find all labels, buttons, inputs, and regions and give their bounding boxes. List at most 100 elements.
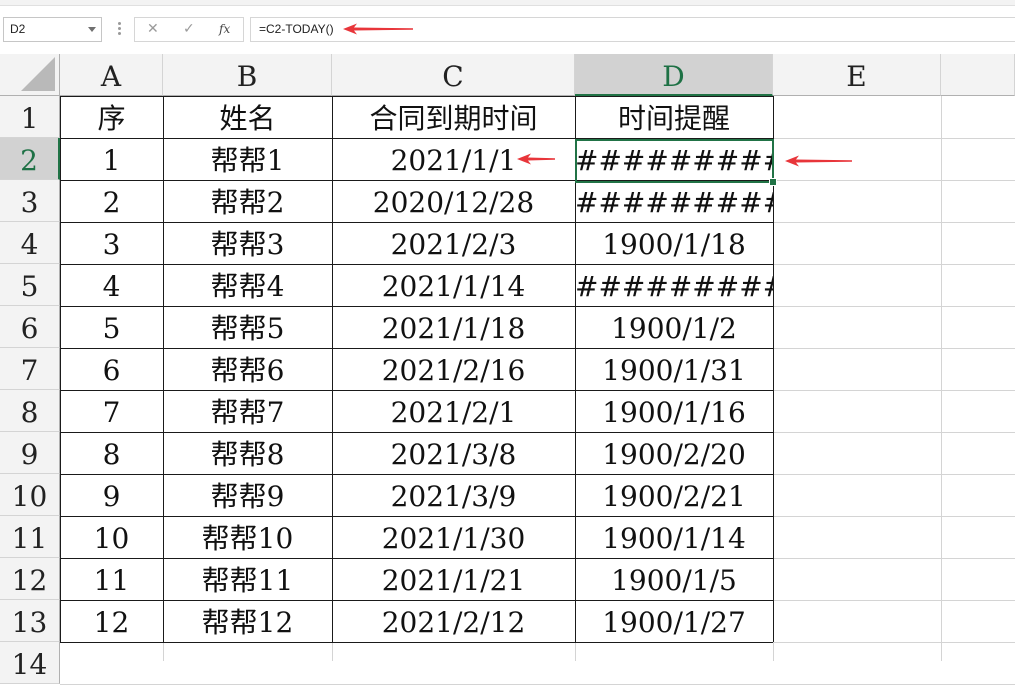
- cell-a5[interactable]: 4: [60, 264, 163, 306]
- table-border: [60, 222, 773, 223]
- active-cell-d2[interactable]: [575, 139, 777, 186]
- cell-a2[interactable]: 1: [60, 138, 163, 180]
- table-border: [60, 264, 773, 265]
- chevron-down-icon[interactable]: [88, 27, 96, 32]
- cell-a8[interactable]: 7: [60, 390, 163, 432]
- cell-b4[interactable]: 帮帮3: [163, 222, 332, 264]
- cell-a10[interactable]: 9: [60, 474, 163, 516]
- cell-c6[interactable]: 2021/1/18: [332, 306, 575, 348]
- cell-a12[interactable]: 11: [60, 558, 163, 600]
- table-border: [60, 558, 773, 559]
- table-border: [60, 390, 773, 391]
- cell-b3[interactable]: 帮帮2: [163, 180, 332, 222]
- cell-b13[interactable]: 帮帮12: [163, 600, 332, 642]
- cell-c4[interactable]: 2021/2/3: [332, 222, 575, 264]
- select-all-corner[interactable]: [0, 54, 60, 96]
- cell-d9[interactable]: 1900/2/20: [575, 432, 773, 474]
- cell-c13[interactable]: 2021/2/12: [332, 600, 575, 642]
- table-border: [60, 96, 61, 642]
- row-header-8[interactable]: 8: [0, 390, 60, 432]
- cell-d13[interactable]: 1900/1/27: [575, 600, 773, 642]
- table-border: [60, 348, 773, 349]
- cell-d3[interactable]: ##########: [575, 180, 773, 222]
- cell-a7[interactable]: 6: [60, 348, 163, 390]
- column-header-a[interactable]: A: [60, 54, 163, 96]
- table-border: [332, 96, 333, 642]
- cell-c8[interactable]: 2021/2/1: [332, 390, 575, 432]
- row-header-3[interactable]: 3: [0, 180, 60, 222]
- row-header-13[interactable]: 13: [0, 600, 60, 642]
- cell-c10[interactable]: 2021/3/9: [332, 474, 575, 516]
- annotation-arrow-d2: [785, 155, 852, 167]
- table-border: [60, 432, 773, 433]
- cell-d10[interactable]: 1900/2/21: [575, 474, 773, 516]
- row-header-4[interactable]: 4: [0, 222, 60, 264]
- cell-c3[interactable]: 2020/12/28: [332, 180, 575, 222]
- row-header-6[interactable]: 6: [0, 306, 60, 348]
- row-header-7[interactable]: 7: [0, 348, 60, 390]
- cell-b10[interactable]: 帮帮9: [163, 474, 332, 516]
- column-header-e[interactable]: E: [773, 54, 941, 96]
- cell-d11[interactable]: 1900/1/14: [575, 516, 773, 558]
- row-header-11[interactable]: 11: [0, 516, 60, 558]
- cell-d6[interactable]: 1900/1/2: [575, 306, 773, 348]
- cell-c11[interactable]: 2021/1/30: [332, 516, 575, 558]
- cell-a1[interactable]: 序: [60, 96, 163, 138]
- table-border: [60, 642, 773, 643]
- cell-b2[interactable]: 帮帮1: [163, 138, 332, 180]
- cell-d4[interactable]: 1900/1/18: [575, 222, 773, 264]
- table-border: [163, 96, 164, 642]
- ribbon-edge: [0, 0, 1015, 6]
- table-border: [60, 516, 773, 517]
- cell-a6[interactable]: 5: [60, 306, 163, 348]
- table-border: [60, 474, 773, 475]
- cell-d7[interactable]: 1900/1/31: [575, 348, 773, 390]
- cell-c7[interactable]: 2021/2/16: [332, 348, 575, 390]
- formula-buttons: ✕ ✓ fx: [134, 17, 244, 42]
- cell-b9[interactable]: 帮帮8: [163, 432, 332, 474]
- name-box-value: D2: [10, 22, 26, 36]
- cell-b1[interactable]: 姓名: [163, 96, 332, 138]
- row-header-12[interactable]: 12: [0, 558, 60, 600]
- cell-c9[interactable]: 2021/3/8: [332, 432, 575, 474]
- drag-handle-icon[interactable]: [118, 20, 122, 38]
- cell-b12[interactable]: 帮帮11: [163, 558, 332, 600]
- cancel-icon[interactable]: ✕: [147, 18, 159, 41]
- cell-d8[interactable]: 1900/1/16: [575, 390, 773, 432]
- column-header-c[interactable]: C: [332, 54, 575, 96]
- gridline: [60, 684, 1015, 685]
- cell-d12[interactable]: 1900/1/5: [575, 558, 773, 600]
- fill-handle[interactable]: [769, 178, 777, 186]
- cell-a11[interactable]: 10: [60, 516, 163, 558]
- row-header-9[interactable]: 9: [0, 432, 60, 474]
- cell-c12[interactable]: 2021/1/21: [332, 558, 575, 600]
- column-header-b[interactable]: B: [163, 54, 332, 96]
- row-header-14[interactable]: 14: [0, 642, 60, 684]
- cell-a4[interactable]: 3: [60, 222, 163, 264]
- row-header-2[interactable]: 2: [0, 138, 60, 180]
- cell-c1[interactable]: 合同到期时间: [332, 96, 575, 138]
- row-header-5[interactable]: 5: [0, 264, 60, 306]
- annotation-arrow-formula: [343, 23, 413, 35]
- select-all-icon: [21, 57, 55, 91]
- cell-b5[interactable]: 帮帮4: [163, 264, 332, 306]
- column-header-f[interactable]: [941, 54, 1015, 96]
- row-header-10[interactable]: 10: [0, 474, 60, 516]
- cell-b7[interactable]: 帮帮6: [163, 348, 332, 390]
- cell-d5[interactable]: ##########: [575, 264, 773, 306]
- row-header-1[interactable]: 1: [0, 96, 60, 138]
- cell-c5[interactable]: 2021/1/14: [332, 264, 575, 306]
- name-box[interactable]: D2: [3, 17, 102, 42]
- table-border: [60, 600, 773, 601]
- cell-a13[interactable]: 12: [60, 600, 163, 642]
- cell-a3[interactable]: 2: [60, 180, 163, 222]
- cell-a9[interactable]: 8: [60, 432, 163, 474]
- formula-bar: D2 ✕ ✓ fx =C2-TODAY(): [0, 0, 1015, 54]
- column-header-d[interactable]: D: [575, 54, 773, 96]
- cell-b6[interactable]: 帮帮5: [163, 306, 332, 348]
- cell-b11[interactable]: 帮帮10: [163, 516, 332, 558]
- insert-function-icon[interactable]: fx: [219, 18, 230, 41]
- cell-d1[interactable]: 时间提醒: [575, 96, 773, 138]
- enter-icon[interactable]: ✓: [183, 18, 195, 41]
- cell-b8[interactable]: 帮帮7: [163, 390, 332, 432]
